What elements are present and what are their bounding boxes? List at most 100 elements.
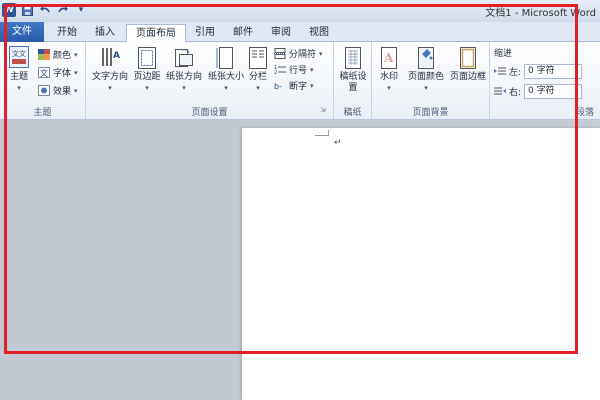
hyphenation-icon: b‐ — [274, 80, 286, 91]
themes-button[interactable]: 文文 主题 ▾ — [4, 46, 34, 94]
breaks-label: 分隔符 — [289, 50, 317, 60]
palette-icon — [38, 49, 50, 60]
tab-review[interactable]: 审阅 — [264, 24, 298, 42]
save-icon[interactable] — [20, 3, 34, 17]
chevron-down-icon: ▾ — [424, 84, 428, 92]
indent-left-input[interactable]: 0 字符 — [524, 64, 583, 79]
left-pane — [0, 120, 242, 400]
draft-paper-group: 稿纸设置 稿纸 — [334, 42, 372, 120]
page-background-group: A 水印 ▾ 页面颜色 ▾ 页面边框 页面背景 — [372, 42, 490, 120]
margins-icon — [137, 46, 157, 70]
theme-effects-label: 效果 — [53, 87, 72, 97]
watermark-button[interactable]: A 水印 ▾ — [374, 46, 404, 94]
themes-label: 主题 — [9, 72, 28, 82]
svg-text:文: 文 — [19, 49, 26, 58]
margin-corner-mark — [315, 130, 329, 136]
svg-text:2: 2 — [274, 70, 277, 75]
chevron-down-icon: ▾ — [310, 81, 314, 90]
hyphenation-button[interactable]: b‐ 断字 ▾ — [274, 79, 314, 93]
page-borders-label: 页面边框 — [449, 72, 486, 82]
line-numbers-icon: 12 — [274, 64, 286, 76]
orientation-label: 纸张方向 — [165, 72, 202, 82]
chevron-down-icon: ▾ — [182, 84, 186, 92]
text-direction-icon: A — [100, 46, 120, 70]
customize-qat-icon[interactable]: ▾ — [74, 3, 88, 17]
svg-text:文: 文 — [12, 49, 19, 58]
indent-right-icon — [494, 86, 506, 97]
breaks-icon — [274, 48, 286, 59]
chevron-down-icon: ▾ — [310, 65, 314, 74]
paragraph-group: 缩进 左: 0 字符 右: 0 字符 段落 — [490, 42, 600, 120]
tab-references[interactable]: 引用 — [188, 24, 222, 42]
paragraph-group-label: 段落 — [575, 108, 594, 118]
page-borders-button[interactable]: 页面边框 — [448, 46, 488, 83]
tab-page-layout[interactable]: 页面布局 — [126, 24, 186, 43]
chevron-down-icon: ▾ — [17, 84, 21, 92]
breaks-button[interactable]: 分隔符 ▾ — [274, 47, 323, 60]
quick-access-toolbar: W ▾ — [2, 3, 88, 17]
ribbon-tabs: 文件 开始 插入 页面布局 引用 邮件 审阅 视图 — [0, 22, 600, 43]
margins-label: 页边距 — [133, 72, 161, 82]
svg-text:b‐: b‐ — [274, 82, 282, 91]
page-borders-icon — [458, 46, 478, 70]
tab-mailings[interactable]: 邮件 — [226, 24, 260, 42]
draft-settings-label: 稿纸设置 — [339, 72, 367, 93]
page-color-label: 页面颜色 — [407, 72, 444, 82]
page-color-button[interactable]: 页面颜色 ▾ — [406, 46, 446, 94]
chevron-down-icon: ▾ — [224, 84, 228, 92]
theme-fonts-label: 字体 — [53, 69, 72, 79]
tab-insert[interactable]: 插入 — [88, 24, 122, 42]
page-size-button[interactable]: 纸张大小 ▾ — [206, 46, 246, 94]
chevron-down-icon: ▾ — [256, 84, 260, 92]
tab-file[interactable]: 文件 — [0, 22, 44, 42]
theme-group: 文文 主题 ▾ 颜色 ▾ 文 字体 ▾ 效果 ▾ 主题 — [0, 42, 86, 120]
page-setup-group-label: 页面设置 — [191, 108, 228, 118]
indent-left-row: 左: 0 字符 — [494, 64, 583, 79]
themes-icon: 文文 — [9, 46, 29, 70]
draft-settings-button[interactable]: 稿纸设置 — [338, 46, 368, 94]
indent-right-row: 右: 0 字符 — [494, 84, 583, 99]
document-page[interactable]: ↵ — [242, 128, 600, 400]
ribbon: 文文 主题 ▾ 颜色 ▾ 文 字体 ▾ 效果 ▾ 主题 A 文字方向 ▾ 页边距… — [0, 42, 600, 120]
columns-label: 分栏 — [248, 72, 267, 82]
redo-icon[interactable] — [56, 3, 70, 17]
theme-colors-button[interactable]: 颜色 ▾ — [38, 48, 78, 61]
text-direction-button[interactable]: A 文字方向 ▾ — [90, 46, 130, 94]
page-background-group-label: 页面背景 — [412, 108, 449, 118]
svg-text:A: A — [383, 51, 394, 65]
page-color-icon — [416, 46, 436, 70]
title-bar: W ▾ 文档1 - Microsoft Word — [0, 0, 600, 22]
word-logo-icon[interactable]: W — [2, 3, 16, 17]
indent-right-label: 右: — [509, 88, 522, 98]
paragraph-mark: ↵ — [334, 138, 342, 148]
chevron-down-icon: ▾ — [145, 84, 149, 92]
draft-paper-icon — [343, 46, 363, 70]
svg-text:文: 文 — [40, 68, 48, 78]
orientation-button[interactable]: 纸张方向 ▾ — [164, 46, 204, 94]
tab-view[interactable]: 视图 — [302, 24, 336, 42]
effects-icon — [38, 85, 50, 96]
chevron-down-icon: ▾ — [108, 84, 112, 92]
undo-icon[interactable] — [38, 3, 52, 17]
theme-effects-button[interactable]: 效果 ▾ — [38, 84, 78, 97]
font-icon: 文 — [38, 67, 50, 78]
line-numbers-button[interactable]: 12 行号 ▾ — [274, 63, 314, 76]
document-workspace: ↵ — [0, 120, 600, 400]
theme-fonts-button[interactable]: 文 字体 ▾ — [38, 66, 78, 79]
chevron-down-icon: ▾ — [387, 84, 391, 92]
theme-group-label: 主题 — [33, 108, 52, 118]
page-size-icon — [216, 46, 236, 70]
line-numbers-label: 行号 — [289, 66, 308, 76]
page-setup-group: A 文字方向 ▾ 页边距 ▾ 纸张方向 ▾ 纸张大小 ▾ 分栏 ▾ 分隔符 ▾ … — [86, 42, 334, 120]
tab-home[interactable]: 开始 — [50, 24, 84, 42]
watermark-label: 水印 — [379, 72, 398, 82]
svg-text:A: A — [113, 51, 120, 61]
page-size-label: 纸张大小 — [207, 72, 244, 82]
columns-icon — [248, 46, 268, 70]
columns-button[interactable]: 分栏 ▾ — [246, 46, 270, 94]
margins-button[interactable]: 页边距 ▾ — [132, 46, 162, 94]
theme-colors-label: 颜色 — [53, 51, 72, 61]
indent-title: 缩进 — [494, 49, 513, 59]
indent-right-input[interactable]: 0 字符 — [524, 84, 583, 99]
chevron-down-icon: ▾ — [74, 50, 78, 59]
